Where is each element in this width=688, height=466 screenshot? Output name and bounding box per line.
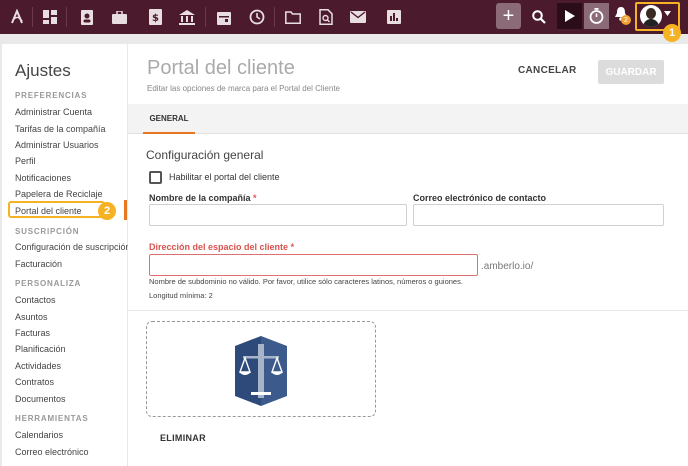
sidebar-item-contactos[interactable]: Contactos [15, 295, 56, 305]
topbar-divider [66, 7, 67, 27]
history-icon[interactable] [246, 6, 268, 28]
contacts-icon[interactable] [76, 6, 98, 28]
add-button[interactable]: + [496, 3, 521, 29]
stopwatch-icon [589, 8, 604, 24]
logo-upload-area[interactable] [146, 321, 376, 417]
search-icon[interactable] [528, 6, 550, 28]
timer-start-button[interactable] [557, 3, 582, 29]
calendar-icon[interactable] [213, 6, 235, 28]
sidebar-item-facturas[interactable]: Facturas [15, 328, 50, 338]
sidebar-item-notificaciones[interactable]: Notificaciones [15, 173, 71, 183]
company-name-label: Nombre de la compañía * [149, 193, 257, 203]
sidebar-item-administrar-usuarios[interactable]: Administrar Usuarios [15, 140, 99, 150]
reports-icon[interactable] [383, 6, 405, 28]
client-space-input[interactable] [149, 254, 478, 276]
stopwatch-button[interactable] [584, 3, 609, 29]
sidebar-section-herramientas: HERRAMIENTAS [15, 414, 89, 423]
sidebar-section-preferencias: PREFERENCIAS [15, 91, 88, 100]
sidebar-title: Ajustes [15, 61, 71, 80]
avatar[interactable] [640, 5, 662, 27]
enable-portal-checkbox[interactable] [149, 171, 162, 184]
company-name-input[interactable] [149, 204, 407, 226]
validation-error: Nombre de subdominio no válido. Por favo… [149, 277, 463, 286]
page-subtitle: Editar las opciones de marca para el Por… [147, 84, 340, 93]
sidebar-item-contratos[interactable]: Contratos [15, 377, 54, 387]
briefcase-icon[interactable] [108, 6, 130, 28]
section-title: Configuración general [146, 148, 264, 162]
sidebar-item-config-suscripcion[interactable]: Configuración de suscripción [15, 242, 131, 252]
topbar-divider [205, 7, 206, 27]
notification-badge: 2 [621, 15, 631, 25]
active-item-indicator [124, 200, 127, 220]
sidebar-item-tarifas[interactable]: Tarifas de la compañía [15, 124, 106, 134]
bank-icon[interactable] [176, 6, 198, 28]
svg-text:$: $ [152, 13, 159, 24]
main-panel: Portal del cliente Editar las opciones d… [128, 44, 688, 466]
contact-email-input[interactable] [413, 204, 664, 226]
chevron-down-icon[interactable] [664, 9, 671, 18]
delete-logo-button[interactable]: ELIMINAR [160, 433, 206, 443]
tab-general[interactable]: GENERAL [143, 104, 195, 134]
contact-email-label: Correo electrónico de contacto [413, 193, 547, 203]
sidebar-item-actividades[interactable]: Actividades [15, 361, 61, 371]
document-search-icon[interactable] [315, 6, 337, 28]
section-divider [128, 310, 688, 311]
enable-portal-label[interactable]: Habilitar el portal del cliente [169, 172, 280, 182]
top-navigation-bar: $ + 2 [0, 0, 688, 34]
page-title: Portal del cliente [147, 57, 295, 79]
sidebar-item-administrar-cuenta[interactable]: Administrar Cuenta [15, 107, 92, 117]
logo-icon[interactable] [6, 6, 28, 28]
plus-icon: + [502, 4, 515, 27]
sidebar-item-calendarios[interactable]: Calendarios [15, 430, 63, 440]
client-space-label: Dirección del espacio del cliente * [149, 242, 295, 252]
callout-marker-1: 1 [663, 24, 681, 42]
dashboard-icon[interactable] [39, 6, 61, 28]
topbar-divider [274, 7, 275, 27]
callout-marker-2: 2 [98, 202, 116, 220]
save-button[interactable]: GUARDAR [598, 60, 664, 84]
settings-sidebar: Ajustes PREFERENCIAS Administrar Cuenta … [2, 44, 131, 466]
page-header: Portal del cliente Editar las opciones d… [128, 44, 688, 104]
sidebar-item-facturacion[interactable]: Facturación [15, 259, 62, 269]
topbar-divider [32, 7, 33, 27]
min-length-hint: Longitud mínima: 2 [149, 291, 213, 300]
sidebar-item-perfil[interactable]: Perfil [15, 156, 36, 166]
folder-icon[interactable] [282, 6, 304, 28]
play-icon [564, 10, 575, 22]
cancel-button[interactable]: CANCELAR [518, 65, 577, 76]
sidebar-section-suscripcion: SUSCRIPCIÓN [15, 227, 80, 236]
sidebar-item-documentos[interactable]: Documentos [15, 394, 66, 404]
sidebar-item-planificacion[interactable]: Planificación [15, 344, 66, 354]
sidebar-item-asuntos[interactable]: Asuntos [15, 312, 48, 322]
domain-suffix: .amberlo.io/ [481, 261, 534, 272]
sidebar-item-portal[interactable]: Portal del cliente [15, 206, 82, 216]
sidebar-item-correo[interactable]: Correo electrónico [15, 447, 89, 457]
mail-icon[interactable] [347, 6, 369, 28]
sidebar-section-personaliza: PERSONALIZA [15, 279, 82, 288]
sidebar-item-papelera[interactable]: Papelera de Reciclaje [15, 189, 103, 199]
scales-of-justice-icon [235, 336, 287, 406]
invoice-icon[interactable]: $ [144, 6, 166, 28]
tab-bar: GENERAL [128, 104, 688, 134]
